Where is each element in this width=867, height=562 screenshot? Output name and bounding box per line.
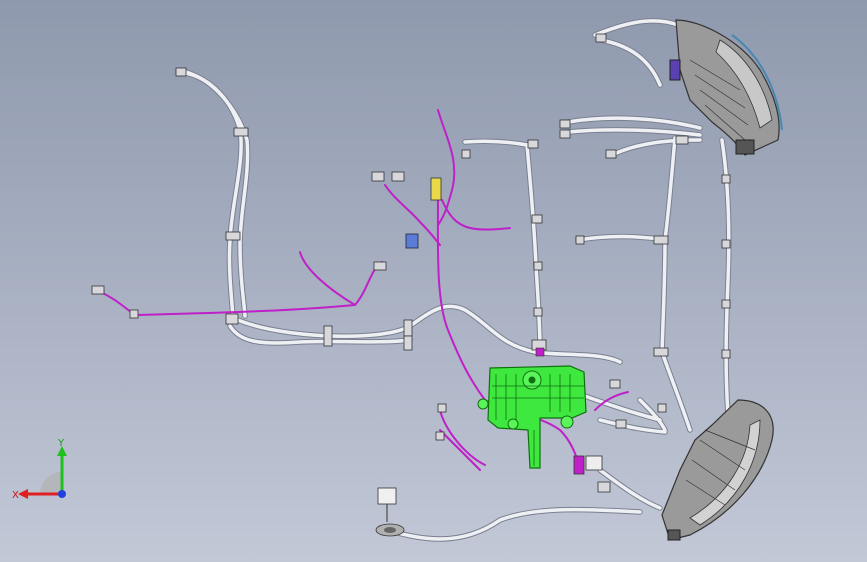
lower-lamp-housing	[661, 399, 774, 541]
green-mounting-bracket	[477, 365, 587, 469]
triad-plane	[40, 472, 62, 494]
z-axis-dot	[58, 490, 66, 498]
y-axis-label: Y	[57, 438, 65, 449]
x-axis-head	[18, 489, 28, 499]
wiring-harness-model[interactable]	[0, 0, 867, 562]
connectors-colored	[405, 177, 603, 475]
x-axis-label: X	[12, 490, 19, 501]
cad-viewport[interactable]: Y X	[0, 0, 867, 562]
orientation-triad: Y X	[12, 438, 67, 501]
wire-bundles	[175, 18, 732, 542]
harness-clips	[91, 33, 731, 493]
grommet-and-tag	[375, 487, 405, 537]
